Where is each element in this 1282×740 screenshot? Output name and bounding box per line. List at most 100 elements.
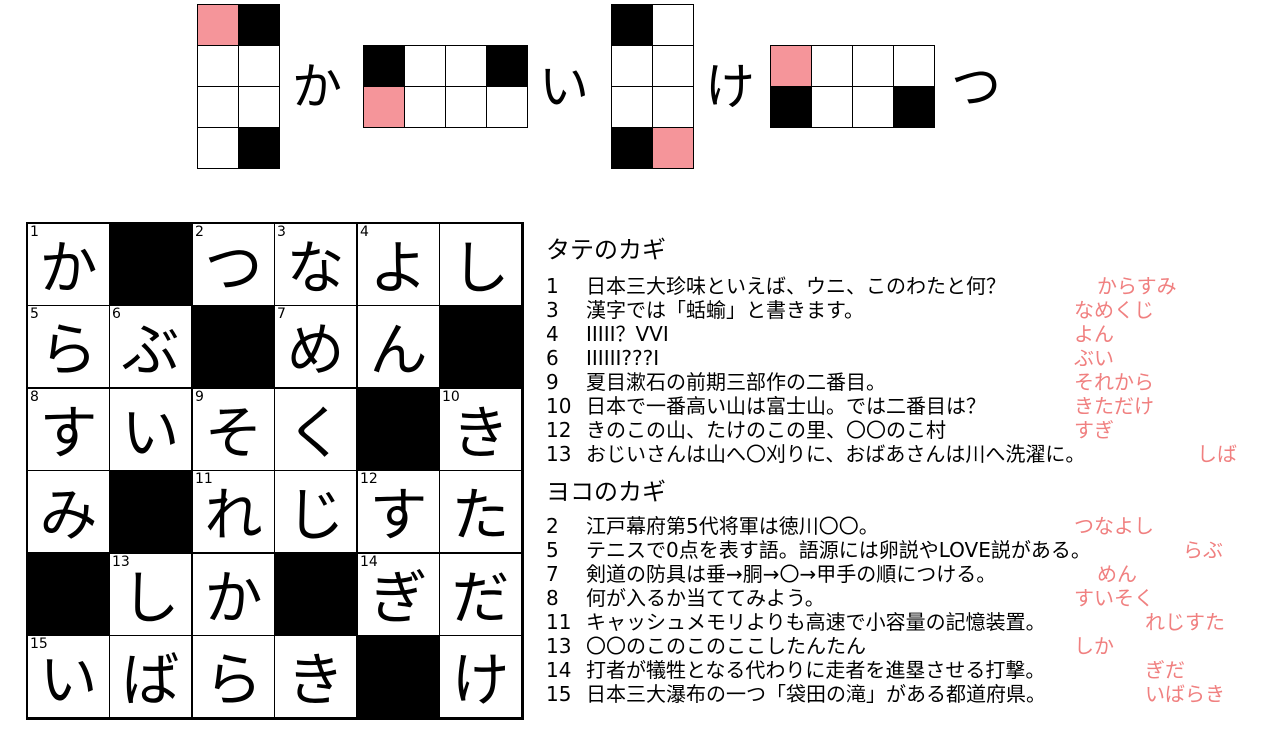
mini-cell-black [238,127,280,169]
grid-cell[interactable]: か [192,553,275,636]
title-char-1: か [292,58,342,116]
grid-cell[interactable]: 11 れ [192,470,275,553]
grid-cell[interactable]: 10 き [439,388,522,471]
clue-answer: きただけ [1074,394,1154,418]
grid-cell[interactable]: 2つ [192,223,275,306]
mini-cell [486,86,528,128]
cell-letter: ぶ [121,316,180,384]
grid-cell-black [357,635,440,718]
mini-cell [404,86,446,128]
cell-letter: な [286,234,345,302]
clue-number: 4 [546,322,559,346]
clue-text: キャッシュメモリよりも高速で小容量の記憶装置。 [586,610,1046,634]
grid-cell[interactable]: 9そ [192,388,275,471]
clue-line: 12 きのこの山、たけのこの里、〇〇のこ村 [546,418,946,442]
grid-cell[interactable]: き [274,635,357,718]
grid-cell[interactable]: 4よ [357,223,440,306]
grid-cell-black [27,553,110,636]
mini-cell [238,45,280,87]
crossword-grid: 1 か 2 つ 3 な 4 よし 5 ら 6 ぶ 7 めん 8 すい 9 そく 10 きみ 11 れじ 12 すた 13 しか 14… [26,222,524,720]
clue-line: 8 何が入るか当ててみよう。 [546,586,825,610]
grid-cell[interactable]: く [274,388,357,471]
mini-cell [445,45,487,87]
mini-cell-black [611,127,653,169]
cell-letter: ば [121,646,180,714]
mini-cell [197,127,239,169]
grid-cell[interactable]: 5ら [27,305,110,388]
clue-line: 4 ⅠⅠⅠⅠⅠ？ⅤⅤⅠ [546,322,669,346]
clue-answer: しば [1197,442,1237,466]
grid-cell-black [192,305,275,388]
cell-letter: す [39,399,98,467]
clue-answer: ぎだ [1145,658,1185,682]
clue-answer: つなよし [1074,514,1154,538]
grid-cell[interactable]: 7め [274,305,357,388]
clue-answer: からすみ [1097,274,1177,298]
clue-answer: めん [1097,562,1137,586]
grid-cell[interactable]: 6ぶ [109,305,192,388]
clue-text: 何が入るか当ててみよう。 [586,586,825,610]
grid-cell[interactable]: だ [439,553,522,636]
grid-cell[interactable]: 8す [27,388,110,471]
clue-text: 打者が犠牲となる代わりに走者を進塁させる打撃。 [586,658,1046,682]
grid-cell[interactable]: 1か [27,223,110,306]
mini-cell-black [363,45,405,87]
mini-cell [404,45,446,87]
grid-cell-black [109,223,192,306]
clue-line: 6 ⅠⅠⅠⅠⅠⅠ???Ⅰ [546,346,659,370]
cell-letter: か [204,564,263,632]
grid-cell[interactable]: 3な [274,223,357,306]
cell-letter: だ [451,564,510,632]
clue-answer: それから [1074,370,1154,394]
clue-answer: ぶい [1074,346,1114,370]
grid-cell-black [357,388,440,471]
mini-cell [811,86,853,128]
clue-text: 日本三大珍味といえば、ウニ、このわたと何？ [586,274,1006,298]
mini-cell-highlight [197,4,239,46]
grid-cell[interactable]: い [109,388,192,471]
clue-number: 5 [546,538,559,562]
cell-letter: し [451,234,510,302]
grid-cell[interactable]: ら [192,635,275,718]
grid-cell[interactable]: ば [109,635,192,718]
mini-cell-black [486,45,528,87]
clue-number: 15 [546,682,572,706]
clue-text: ⅠⅠⅠⅠⅠ？ⅤⅤⅠ [586,322,669,346]
cell-letter: よ [369,234,428,302]
clue-number: 3 [546,298,559,322]
clue-text: 江戸幕府第5代将軍は徳川〇〇。 [586,514,879,538]
cell-letter: す [369,481,428,549]
mini-cell [811,45,853,87]
cell-letter: ら [204,646,263,714]
mini-cell-black [611,4,653,46]
clue-answer: すいそく [1074,586,1154,610]
clue-line: 11 キャッシュメモリよりも高速で小容量の記憶装置。 [546,610,1046,634]
clue-number: 2 [546,514,559,538]
clue-text: 漢字では「蛞蝓」と書きます。 [586,298,864,322]
grid-cell[interactable]: み [27,470,110,553]
clue-line: 14 打者が犠牲となる代わりに走者を進塁させる打撃。 [546,658,1045,682]
clue-answer: れじすた [1145,610,1225,634]
grid-cell[interactable]: 15 い [27,635,110,718]
grid-cell[interactable]: し [439,223,522,306]
grid-cell[interactable]: じ [274,470,357,553]
mini-cell [611,45,653,87]
grid-cell[interactable]: ん [357,305,440,388]
clue-line: 3 漢字では「蛞蝓」と書きます。 [546,298,864,322]
clue-text: 日本三大瀑布の一つ「袋田の滝」がある都道府県。 [586,682,1046,706]
clue-answer: らぶ [1183,538,1223,562]
clue-line: 10 日本で一番高い山は富士山。では二番目は？ [546,394,986,418]
mini-cell [852,45,894,87]
cell-letter: ら [39,316,98,384]
cell-letter: き [286,646,345,714]
clue-line: 7 剣道の防具は垂→胴→〇→甲手の順につける。 [546,562,996,586]
cell-letter: め [286,316,345,384]
clue-text: 日本で一番高い山は富士山。では二番目は？ [586,394,986,418]
grid-cell[interactable]: 14 ぎ [357,553,440,636]
clue-text: 剣道の防具は垂→胴→〇→甲手の順につける。 [586,562,997,586]
grid-cell[interactable]: け [439,635,522,718]
grid-cell[interactable]: た [439,470,522,553]
grid-cell[interactable]: 12 す [357,470,440,553]
grid-cell[interactable]: 13 し [109,553,192,636]
clue-number: 1 [546,274,559,298]
